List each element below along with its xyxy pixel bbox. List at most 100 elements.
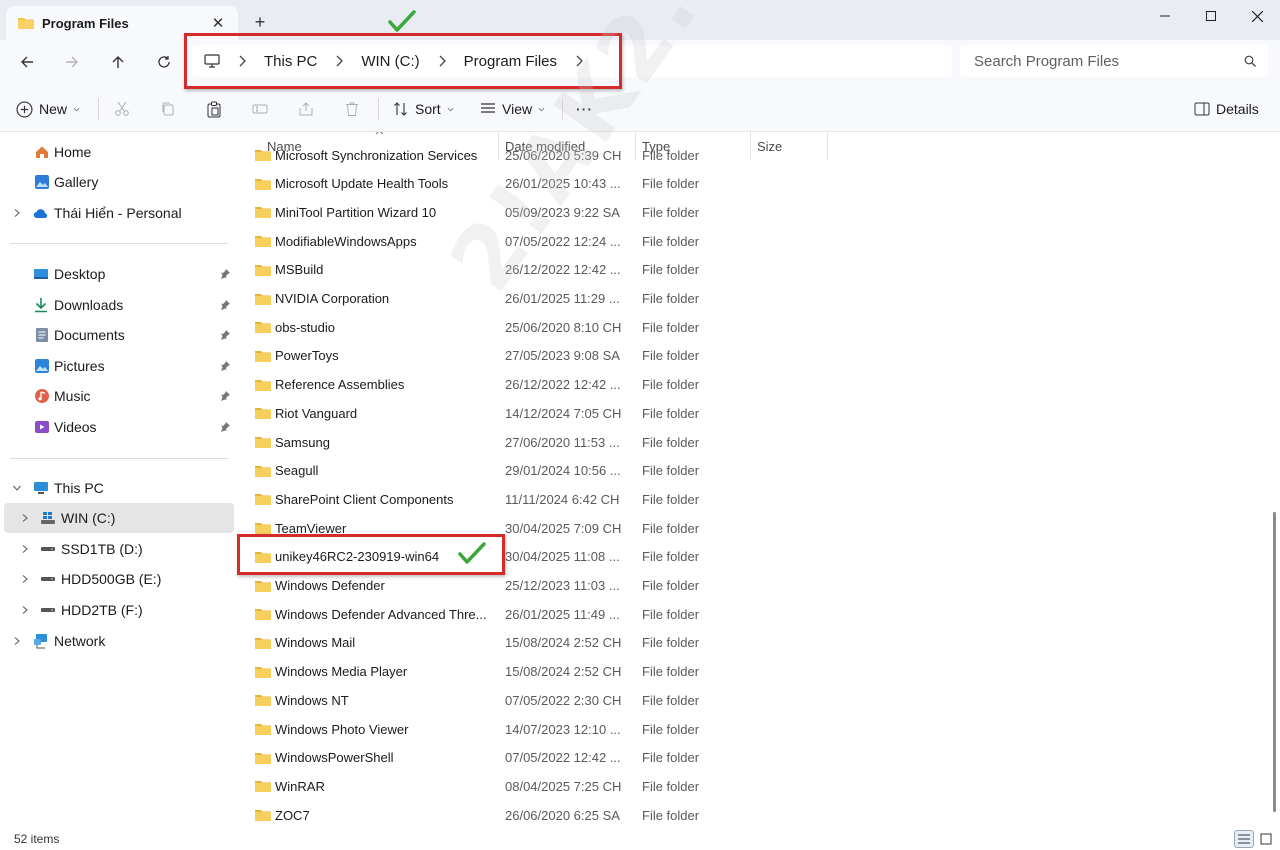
- view-button[interactable]: View: [480, 98, 545, 120]
- file-row[interactable]: Windows NT 07/05/2022 2:30 CH File folder: [248, 686, 1248, 714]
- file-row[interactable]: Windows Photo Viewer 14/07/2023 12:10 ...…: [248, 715, 1248, 743]
- file-row[interactable]: Riot Vanguard 14/12/2024 7:05 CH File fold…: [248, 399, 1248, 427]
- file-date-modified: 29/01/2024 10:56 ...: [505, 463, 621, 479]
- home-icon: [36, 146, 48, 158]
- pin-icon[interactable]: [220, 391, 230, 401]
- file-row[interactable]: NVIDIA Corporation 26/01/2025 11:29 ... Fi…: [248, 285, 1248, 313]
- file-row[interactable]: Microsoft Synchronization Services 25/06/…: [248, 141, 1248, 169]
- new-tab-button[interactable]: +: [250, 12, 270, 32]
- sidebar-item-home[interactable]: Home: [4, 137, 234, 167]
- folder-icon: [255, 350, 271, 362]
- back-button[interactable]: [13, 50, 41, 74]
- chevron-down-icon[interactable]: [13, 484, 21, 492]
- sidebar-item-network[interactable]: Network: [4, 626, 234, 656]
- new-button[interactable]: New: [16, 98, 80, 120]
- sidebar-item-this-pc[interactable]: This PC: [4, 473, 234, 503]
- file-row[interactable]: Reference Assemblies 26/12/2022 12:42 ...…: [248, 371, 1248, 399]
- file-row[interactable]: Windows Defender Advanced Thre... 26/01/2…: [248, 600, 1248, 628]
- chevron-right-icon[interactable]: [21, 514, 29, 522]
- drive-icon: [41, 608, 55, 612]
- pin-icon[interactable]: [220, 422, 230, 432]
- delete-button[interactable]: [344, 98, 360, 120]
- sidebar-item-gallery[interactable]: Gallery: [4, 167, 234, 197]
- chevron-right-icon[interactable]: [21, 545, 29, 553]
- pin-icon[interactable]: [220, 269, 230, 279]
- share-button[interactable]: [298, 98, 314, 120]
- file-date-modified: 26/01/2025 11:29 ...: [505, 291, 620, 306]
- file-name: PowerToys: [275, 348, 339, 364]
- close-window-button[interactable]: [1234, 0, 1280, 32]
- up-button[interactable]: [104, 50, 132, 74]
- tiles-view-button[interactable]: [1256, 830, 1276, 848]
- file-name: Windows Defender Advanced Thre...: [275, 606, 487, 622]
- file-row[interactable]: MiniTool Partition Wizard 10 05/09/2023 9…: [248, 198, 1248, 226]
- file-row[interactable]: Microsoft Update Health Tools 26/01/2025 …: [248, 170, 1248, 198]
- rename-button[interactable]: [252, 98, 268, 120]
- search-box[interactable]: Search Program Files: [960, 45, 1268, 77]
- file-date-modified: 26/01/2025 10:43 ...: [505, 176, 621, 192]
- sidebar-item-music[interactable]: Music: [4, 381, 234, 411]
- sidebar-item-win-c[interactable]: WIN (C:): [4, 503, 234, 533]
- details-pane-button[interactable]: Details: [1194, 98, 1259, 120]
- file-row[interactable]: Windows Mail 15/08/2024 2:52 CH File folde…: [248, 629, 1248, 657]
- file-row[interactable]: Windows Media Player 15/08/2024 2:52 CH Fi…: [248, 658, 1248, 686]
- file-row[interactable]: Seagull 29/01/2024 10:56 ... File folder: [248, 457, 1248, 485]
- folder-icon: [18, 18, 34, 29]
- sidebar-item-pictures[interactable]: Pictures: [4, 351, 234, 381]
- chevron-right-icon[interactable]: [21, 606, 29, 614]
- pin-icon[interactable]: [220, 330, 230, 340]
- file-name: WinRAR: [275, 778, 325, 794]
- pin-icon[interactable]: [220, 361, 230, 371]
- file-row[interactable]: Samsung 27/06/2020 11:53 ... File folder: [248, 428, 1248, 456]
- file-row[interactable]: ModifiableWindowsApps 07/05/2022 12:24 ..…: [248, 227, 1248, 255]
- close-tab-icon[interactable]: ✕: [210, 15, 226, 32]
- file-row[interactable]: WindowsPowerShell 07/05/2022 12:42 ... Fil…: [248, 744, 1248, 772]
- sidebar-item-videos[interactable]: Videos: [4, 412, 234, 442]
- chevron-right-icon[interactable]: [13, 209, 21, 217]
- minimize-button[interactable]: [1142, 0, 1188, 32]
- pin-icon[interactable]: [220, 300, 230, 310]
- sidebar-item-onedrive[interactable]: Thái Hiển - Personal: [4, 198, 234, 228]
- copy-icon: [162, 102, 174, 116]
- chevron-right-icon[interactable]: [21, 575, 29, 583]
- folder-icon: [255, 494, 271, 506]
- maximize-button[interactable]: [1188, 0, 1234, 32]
- sidebar-item-hdd2tb[interactable]: HDD2TB (F:): [4, 595, 234, 625]
- file-row[interactable]: Windows Defender 25/12/2023 11:03 ... File…: [248, 572, 1248, 600]
- cut-button[interactable]: [114, 98, 130, 120]
- file-row[interactable]: PowerToys 27/05/2023 9:08 SA File folder: [248, 342, 1248, 370]
- copy-button[interactable]: [160, 98, 176, 120]
- sidebar-item-ssd1tb[interactable]: SSD1TB (D:): [4, 534, 234, 564]
- refresh-button[interactable]: [150, 50, 178, 74]
- vertical-scrollbar[interactable]: [1273, 512, 1276, 812]
- file-type: File folder: [642, 348, 700, 364]
- file-row[interactable]: ZOC7 26/06/2020 6:25 SA File folder: [248, 801, 1248, 828]
- command-bar: New Sort View ··· Details: [0, 86, 1280, 132]
- file-type: File folder: [642, 664, 700, 680]
- forward-button[interactable]: [58, 50, 86, 74]
- more-options-button[interactable]: ···: [576, 98, 593, 120]
- paste-button[interactable]: [206, 98, 222, 120]
- sort-ascending-icon: [375, 132, 384, 135]
- sidebar-item-documents[interactable]: Documents: [4, 320, 234, 350]
- sidebar-item-label: Videos: [54, 419, 97, 435]
- navigation-pane: Home Gallery Thái Hiển - Personal Deskto…: [0, 132, 236, 828]
- details-view-button[interactable]: [1234, 830, 1254, 848]
- chevron-right-icon[interactable]: [13, 637, 21, 645]
- file-date-modified: 08/04/2025 7:25 CH: [505, 778, 622, 794]
- sidebar-item-label: Music: [54, 388, 91, 404]
- file-date-modified: 15/08/2024 2:52 CH: [505, 635, 622, 651]
- file-row[interactable]: SharePoint Client Components 11/11/2024 6…: [248, 485, 1248, 513]
- file-date-modified: 26/12/2022 12:42 ...: [505, 262, 621, 278]
- file-row[interactable]: MSBuild 26/12/2022 12:42 ... File folder: [248, 256, 1248, 284]
- file-row[interactable]: WinRAR 08/04/2025 7:25 CH File folder: [248, 772, 1248, 800]
- folder-icon: [255, 666, 271, 678]
- file-row[interactable]: obs-studio 25/06/2020 8:10 CH File folder: [248, 313, 1248, 341]
- chevron-down-icon: [447, 107, 454, 111]
- sidebar-item-desktop[interactable]: Desktop: [4, 259, 234, 289]
- sidebar-item-hdd500gb[interactable]: HDD500GB (E:): [4, 564, 234, 594]
- file-name: Reference Assemblies: [275, 377, 405, 393]
- search-input[interactable]: Search Program Files: [974, 53, 1244, 70]
- sidebar-item-downloads[interactable]: Downloads: [4, 290, 234, 320]
- sort-button[interactable]: Sort: [393, 98, 454, 120]
